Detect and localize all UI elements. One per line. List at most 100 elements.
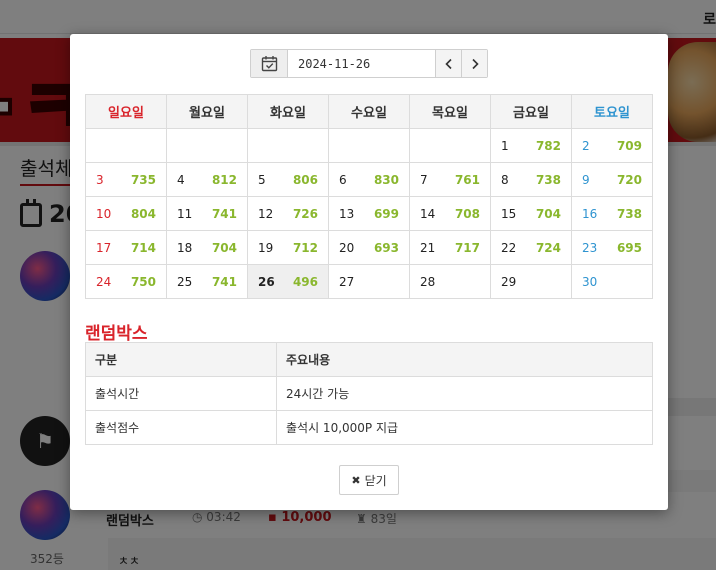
table-cell: 출석시 10,000P 지급 [276, 410, 653, 445]
table-header: 주요내용 [276, 342, 653, 377]
weekday-header: 일요일 [85, 94, 167, 129]
close-button[interactable]: ✖ 닫기 [339, 465, 399, 495]
calendar-day-cell[interactable]: 28 [409, 264, 491, 299]
calendar-day-points: 806 [292, 172, 318, 187]
weekday-header: 수요일 [328, 94, 410, 129]
calendar-day-number: 11 [177, 206, 193, 221]
calendar-day-number: 14 [420, 206, 436, 221]
date-input[interactable] [288, 50, 435, 77]
calendar-day-number: 27 [339, 274, 355, 289]
calendar-day-points: 704 [211, 240, 237, 255]
calendar-empty-cell [247, 128, 329, 163]
calendar-day-cell[interactable]: 18 704 [166, 230, 248, 265]
table-cell: 24시간 가능 [276, 376, 653, 411]
calendar-day-points: 735 [130, 172, 156, 187]
calendar-day-cell[interactable]: 24 750 [85, 264, 167, 299]
weekday-header-row: 일요일 월요일 화요일 수요일 목요일 금요일 토요일 [85, 94, 653, 129]
calendar-day-cell[interactable]: 16 738 [571, 196, 653, 231]
calendar-day-cell[interactable]: 12 726 [247, 196, 329, 231]
calendar-day-number: 22 [501, 240, 517, 255]
calendar-day-cell[interactable]: 22 724 [490, 230, 572, 265]
calendar-day-cell[interactable]: 6 830 [328, 162, 410, 197]
calendar-day-cell[interactable]: 9 720 [571, 162, 653, 197]
calendar-day-cell[interactable]: 1 782 [490, 128, 572, 163]
table-header-row: 구분 주요내용 [85, 342, 653, 377]
calendar-day-number: 6 [339, 172, 347, 187]
calendar-day-points: 717 [454, 240, 480, 255]
calendar-day-number: 3 [96, 172, 104, 187]
calendar-day-points: 750 [130, 274, 156, 289]
attendance-calendar: 일요일 월요일 화요일 수요일 목요일 금요일 토요일 1 782 2 709 3 735… [85, 94, 653, 299]
next-month-button[interactable] [461, 50, 487, 77]
random-box-title: 랜덤박스 [85, 324, 148, 344]
calendar-day-cell[interactable]: 4 812 [166, 162, 248, 197]
table-row: 출석점수 출석시 10,000P 지급 [85, 410, 653, 445]
calendar-day-cell[interactable]: 27 [328, 264, 410, 299]
calendar-day-points: 724 [535, 240, 561, 255]
calendar-empty-cell [328, 128, 410, 163]
calendar-day-number: 28 [420, 274, 436, 289]
weekday-header: 화요일 [247, 94, 329, 129]
calendar-day-points: 714 [130, 240, 156, 255]
calendar-day-cell[interactable]: 21 717 [409, 230, 491, 265]
calendar-check-icon[interactable] [251, 50, 288, 77]
calendar-day-points: 699 [373, 206, 399, 221]
weekday-header: 월요일 [166, 94, 248, 129]
calendar-day-cell[interactable]: 23 695 [571, 230, 653, 265]
calendar-day-cell[interactable]: 25 741 [166, 264, 248, 299]
calendar-week-row: 17 714 18 704 19 712 20 693 21 717 22 724 23 695 [85, 230, 653, 265]
calendar-day-number: 30 [582, 274, 598, 289]
calendar-day-cell[interactable]: 29 [490, 264, 572, 299]
calendar-day-cell[interactable]: 15 704 [490, 196, 572, 231]
calendar-day-number: 21 [420, 240, 436, 255]
weekday-header: 목요일 [409, 94, 491, 129]
calendar-day-number: 23 [582, 240, 598, 255]
calendar-day-number: 12 [258, 206, 274, 221]
close-button-label: 닫기 [364, 473, 387, 488]
calendar-day-cell[interactable]: 13 699 [328, 196, 410, 231]
calendar-day-cell[interactable]: 2 709 [571, 128, 653, 163]
calendar-day-points: 741 [211, 274, 237, 289]
calendar-day-number: 20 [339, 240, 355, 255]
weekday-header: 금요일 [490, 94, 572, 129]
calendar-day-number: 16 [582, 206, 598, 221]
calendar-day-cell[interactable]: 14 708 [409, 196, 491, 231]
calendar-day-points: 738 [535, 172, 561, 187]
calendar-day-points: 804 [130, 206, 156, 221]
calendar-day-points: 738 [616, 206, 642, 221]
calendar-week-row: 3 735 4 812 5 806 6 830 7 761 8 738 9 720 [85, 162, 653, 197]
calendar-day-number: 2 [582, 138, 590, 153]
calendar-day-number: 26 [258, 274, 275, 289]
calendar-day-number: 15 [501, 206, 517, 221]
calendar-day-cell[interactable]: 26 496 [247, 264, 329, 299]
calendar-day-cell[interactable]: 3 735 [85, 162, 167, 197]
calendar-day-cell[interactable]: 11 741 [166, 196, 248, 231]
table-header: 구분 [85, 342, 277, 377]
calendar-day-number: 1 [501, 138, 509, 153]
calendar-day-cell[interactable]: 17 714 [85, 230, 167, 265]
calendar-day-cell[interactable]: 10 804 [85, 196, 167, 231]
calendar-day-points: 741 [211, 206, 237, 221]
calendar-day-cell[interactable]: 20 693 [328, 230, 410, 265]
calendar-empty-cell [409, 128, 491, 163]
calendar-day-number: 19 [258, 240, 274, 255]
table-cell: 출석시간 [85, 376, 277, 411]
prev-month-button[interactable] [435, 50, 461, 77]
calendar-day-points: 726 [292, 206, 318, 221]
calendar-day-cell[interactable]: 5 806 [247, 162, 329, 197]
calendar-day-cell[interactable]: 8 738 [490, 162, 572, 197]
calendar-day-number: 7 [420, 172, 428, 187]
calendar-day-number: 17 [96, 240, 112, 255]
calendar-day-cell[interactable]: 7 761 [409, 162, 491, 197]
calendar-day-points: 695 [616, 240, 642, 255]
calendar-day-points: 712 [292, 240, 318, 255]
calendar-day-cell[interactable]: 30 [571, 264, 653, 299]
calendar-empty-cell [166, 128, 248, 163]
calendar-day-points: 720 [616, 172, 642, 187]
calendar-day-number: 4 [177, 172, 185, 187]
date-picker [250, 49, 488, 78]
chevron-left-icon [444, 58, 452, 69]
calendar-day-number: 13 [339, 206, 355, 221]
calendar-day-cell[interactable]: 19 712 [247, 230, 329, 265]
table-row: 출석시간 24시간 가능 [85, 376, 653, 411]
